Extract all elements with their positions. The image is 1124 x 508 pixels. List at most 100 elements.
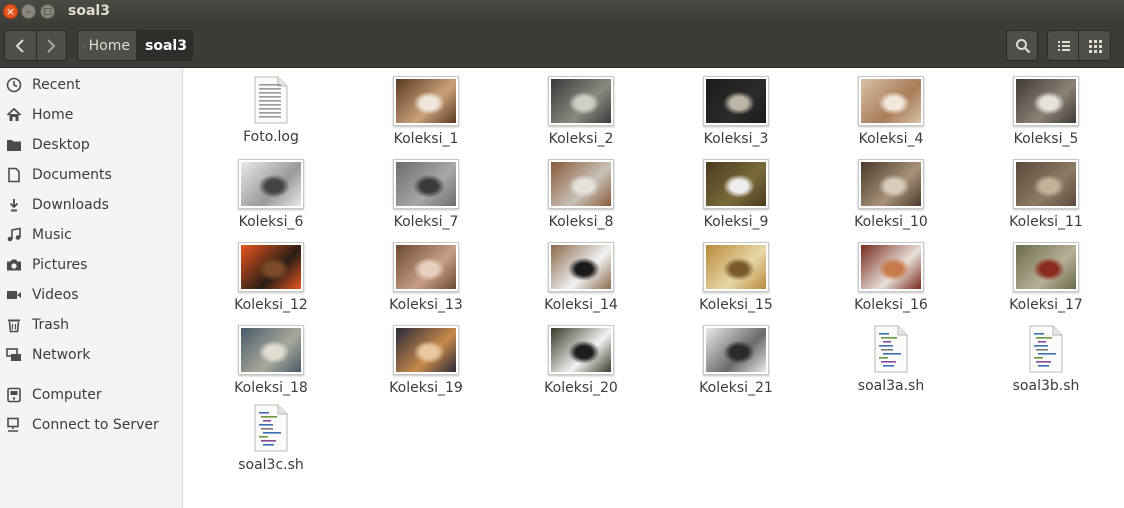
file-name: Koleksi_4: [858, 131, 924, 147]
sidebar-item-label: Home: [32, 107, 74, 123]
image-thumbnail: [1013, 76, 1079, 126]
back-button[interactable]: [5, 31, 37, 60]
file-item-koleksi-5[interactable]: Koleksi_5: [991, 76, 1101, 147]
minimize-icon: –: [25, 5, 32, 18]
image-thumbnail: [393, 242, 459, 292]
image-thumbnail: [858, 159, 924, 209]
image-thumbnail: [1013, 242, 1079, 292]
file-item-koleksi-17[interactable]: Koleksi_17: [991, 242, 1101, 313]
file-item-koleksi-15[interactable]: Koleksi_15: [681, 242, 791, 313]
file-item-koleksi-21[interactable]: Koleksi_21: [681, 325, 791, 396]
camera-icon: [6, 257, 22, 273]
file-item-koleksi-2[interactable]: Koleksi_2: [526, 76, 636, 147]
forward-button[interactable]: [36, 31, 67, 60]
file-item-koleksi-9[interactable]: Koleksi_9: [681, 159, 791, 230]
image-thumbnail: [238, 325, 304, 375]
sidebar-item-music[interactable]: Music: [0, 220, 182, 250]
sidebar-item-downloads[interactable]: Downloads: [0, 190, 182, 220]
file-name: Koleksi_9: [703, 214, 769, 230]
script-file-icon: [253, 404, 289, 452]
image-thumbnail: [393, 159, 459, 209]
file-name: Koleksi_5: [1013, 131, 1079, 147]
sidebar-item-computer[interactable]: Computer: [0, 380, 182, 410]
image-thumbnail: [238, 159, 304, 209]
file-name: soal3b.sh: [1012, 378, 1080, 394]
computer-icon: [6, 387, 22, 403]
file-name: Koleksi_12: [234, 297, 308, 313]
file-item-koleksi-11[interactable]: Koleksi_11: [991, 159, 1101, 230]
sidebar-item-label: Recent: [32, 77, 81, 93]
file-item-koleksi-8[interactable]: Koleksi_8: [526, 159, 636, 230]
file-item-koleksi-6[interactable]: Koleksi_6: [216, 159, 326, 230]
file-name: soal3a.sh: [857, 378, 925, 394]
search-button[interactable]: [1006, 30, 1038, 61]
file-item-koleksi-19[interactable]: Koleksi_19: [371, 325, 481, 396]
file-item-koleksi-18[interactable]: Koleksi_18: [216, 325, 326, 396]
file-name: Koleksi_17: [1009, 297, 1083, 313]
file-item-koleksi-7[interactable]: Koleksi_7: [371, 159, 481, 230]
file-name: Koleksi_15: [699, 297, 773, 313]
image-thumbnail: [858, 242, 924, 292]
breadcrumb-home-label: Home: [88, 37, 130, 54]
image-thumbnail: [393, 325, 459, 375]
image-thumbnail: [238, 242, 304, 292]
file-item-koleksi-3[interactable]: Koleksi_3: [681, 76, 791, 147]
sidebar-item-documents[interactable]: Documents: [0, 160, 182, 190]
music-icon: [6, 227, 22, 243]
sidebar-item-connect-to-server[interactable]: Connect to Server: [0, 410, 182, 440]
file-item-soal3b-sh[interactable]: soal3b.sh: [991, 325, 1101, 394]
close-window-button[interactable]: ×: [3, 4, 18, 19]
breadcrumb-home[interactable]: Home: [78, 31, 137, 60]
breadcrumb-current[interactable]: soal3: [137, 31, 192, 60]
window-title: soal3: [68, 3, 110, 19]
file-item-koleksi-20[interactable]: Koleksi_20: [526, 325, 636, 396]
file-name: Koleksi_20: [544, 380, 618, 396]
chevron-left-icon: [15, 39, 24, 53]
file-name: Koleksi_16: [854, 297, 928, 313]
file-grid: Foto.log Koleksi_1 Koleksi_2 Koleksi_3 Kolek…: [188, 68, 1124, 508]
image-thumbnail: [703, 76, 769, 126]
trash-icon: [6, 317, 22, 333]
file-item-koleksi-14[interactable]: Koleksi_14: [526, 242, 636, 313]
sidebar: Recent Home Desktop Documents Downloads Music…: [0, 68, 183, 508]
breadcrumb: Home soal3: [77, 30, 193, 61]
maximize-icon: □: [43, 7, 52, 17]
file-item-koleksi-4[interactable]: Koleksi_4: [836, 76, 946, 147]
file-name: Koleksi_2: [548, 131, 614, 147]
sidebar-item-desktop[interactable]: Desktop: [0, 130, 182, 160]
maximize-window-button[interactable]: □: [40, 4, 55, 19]
grid-view-button[interactable]: [1079, 30, 1111, 61]
file-item-soal3a-sh[interactable]: soal3a.sh: [836, 325, 946, 394]
file-item-foto-log[interactable]: Foto.log: [216, 76, 326, 145]
sidebar-item-label: Documents: [32, 167, 112, 183]
file-item-koleksi-10[interactable]: Koleksi_10: [836, 159, 946, 230]
file-name: Koleksi_8: [548, 214, 614, 230]
sidebar-item-trash[interactable]: Trash: [0, 310, 182, 340]
file-item-koleksi-16[interactable]: Koleksi_16: [836, 242, 946, 313]
text-file-icon: [253, 76, 289, 124]
file-item-koleksi-13[interactable]: Koleksi_13: [371, 242, 481, 313]
navigation-buttons: [4, 30, 67, 61]
clock-icon: [6, 77, 22, 93]
image-thumbnail: [548, 159, 614, 209]
file-item-koleksi-1[interactable]: Koleksi_1: [371, 76, 481, 147]
image-thumbnail: [393, 76, 459, 126]
file-item-soal3c-sh[interactable]: soal3c.sh: [216, 404, 326, 473]
file-name: Koleksi_3: [703, 131, 769, 147]
sidebar-item-pictures[interactable]: Pictures: [0, 250, 182, 280]
sidebar-item-label: Connect to Server: [32, 417, 159, 433]
file-item-koleksi-12[interactable]: Koleksi_12: [216, 242, 326, 313]
minimize-window-button[interactable]: –: [21, 4, 36, 19]
sidebar-item-home[interactable]: Home: [0, 100, 182, 130]
list-view-button[interactable]: [1047, 30, 1079, 61]
image-thumbnail: [703, 159, 769, 209]
close-icon: ×: [5, 5, 16, 18]
sidebar-item-videos[interactable]: Videos: [0, 280, 182, 310]
chevron-right-icon: [47, 39, 56, 53]
file-name: Koleksi_19: [389, 380, 463, 396]
sidebar-item-label: Music: [32, 227, 72, 243]
sidebar-item-recent[interactable]: Recent: [0, 70, 182, 100]
server-icon: [6, 417, 22, 433]
sidebar-item-network[interactable]: Network: [0, 340, 182, 370]
home-icon: [84, 44, 86, 47]
